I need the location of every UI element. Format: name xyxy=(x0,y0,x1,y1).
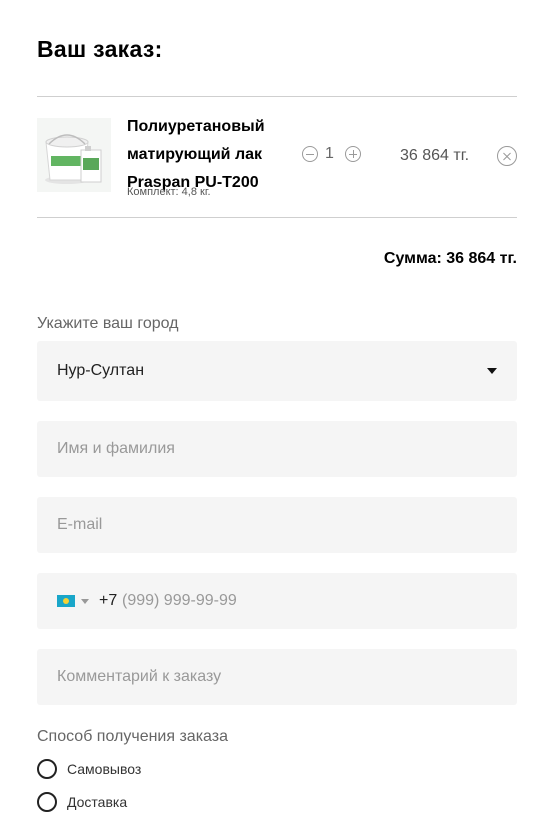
email-field[interactable]: E-mail xyxy=(37,497,517,553)
city-label: Укажите ваш город xyxy=(37,315,179,332)
minus-icon xyxy=(306,154,314,155)
name-field[interactable]: Имя и фамилия xyxy=(37,421,517,477)
phone-prefix: +7 xyxy=(99,592,118,609)
phone-placeholder: (999) 999-99-99 xyxy=(122,592,237,609)
quantity-decrease-button[interactable] xyxy=(302,146,318,162)
radio-pickup-label[interactable]: Самовывоз xyxy=(67,761,141,777)
email-placeholder: E-mail xyxy=(57,516,103,533)
order-sum: Сумма: 36 864 тг. xyxy=(383,250,517,267)
comment-placeholder: Комментарий к заказу xyxy=(57,668,222,685)
product-kit: Комплект: 4,8 кг. xyxy=(127,186,211,198)
radio-delivery-label[interactable]: Доставка xyxy=(67,794,127,810)
country-dropdown-icon[interactable] xyxy=(81,599,89,604)
divider-bottom xyxy=(37,217,517,218)
city-value: Нур-Султан xyxy=(57,362,145,379)
delivery-method-label: Способ получения заказа xyxy=(37,728,229,745)
product-image xyxy=(37,118,111,192)
dropdown-arrow-icon xyxy=(487,368,497,374)
product-price: 36 864 тг. xyxy=(400,147,470,164)
divider-top xyxy=(37,96,517,97)
quantity-increase-button[interactable] xyxy=(345,146,361,162)
kazakhstan-flag-icon[interactable] xyxy=(57,595,75,607)
order-title: Ваш заказ: xyxy=(37,36,163,62)
phone-field[interactable]: +7 (999) 999-99-99 xyxy=(37,573,517,629)
comment-field[interactable]: Комментарий к заказу xyxy=(37,649,517,705)
radio-pickup[interactable] xyxy=(37,759,57,779)
remove-item-button[interactable] xyxy=(497,146,517,166)
quantity-value: 1 xyxy=(325,145,334,162)
product-name[interactable]: Полиуретановый матирующий лак Praspan PU… xyxy=(127,113,297,197)
name-placeholder: Имя и фамилия xyxy=(57,440,175,457)
radio-delivery[interactable] xyxy=(37,792,57,812)
city-select[interactable]: Нур-Султан xyxy=(37,341,517,401)
